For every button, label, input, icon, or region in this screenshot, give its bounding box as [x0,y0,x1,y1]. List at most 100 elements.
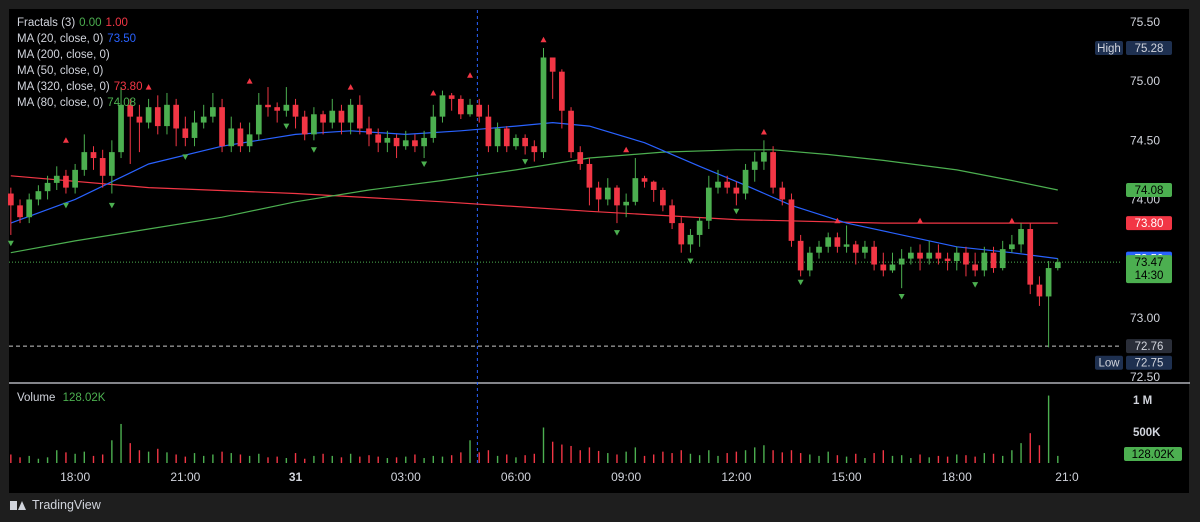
candle-body [751,161,758,170]
candle [926,240,933,265]
candle-body [862,246,868,253]
candle-body [586,163,593,188]
candle-body [476,104,483,117]
candle [366,116,372,147]
candle [265,87,271,117]
candle [485,104,492,153]
legend-ma200[interactable]: MA (200, close, 0) [17,47,142,63]
low-price-tag: 72.75 [1126,355,1172,370]
candle [219,98,225,153]
fractal-down-marker [972,282,979,288]
candle-body [430,116,437,138]
candle [1018,223,1024,253]
candle-body [118,104,124,153]
candle-body [421,137,427,147]
candle-body [182,128,189,138]
fractal-up-marker [467,72,474,78]
candle [604,178,611,206]
candle-body [641,178,648,182]
ma320-line [10,175,1058,224]
candle [761,140,767,170]
candle [81,134,88,176]
volume-tick-label: 500K [1133,427,1161,439]
price-chart[interactable]: 75.5075.0074.5074.0073.0072.501 M500K18:… [0,0,1200,522]
fractal-down-marker [733,208,740,215]
candle [595,181,602,212]
candle [733,181,740,206]
candle [301,110,308,141]
candle-body [540,57,547,153]
candle [53,166,60,190]
candle [457,95,464,120]
candle [393,134,400,159]
candle [136,104,143,153]
candle-body [715,181,721,188]
candle [806,246,813,277]
candle-body [457,98,464,115]
volume-last-tag-text: 128.02K [1132,449,1175,461]
time-tick-label: 18:00 [60,470,90,484]
candle-body [246,134,253,147]
candle [751,152,758,182]
candle-body [402,140,409,147]
legend-ma320-label: MA (320, close, 0) [17,81,110,93]
candle-body [614,187,620,206]
high-price-tag-text: 75.28 [1135,43,1164,55]
candles [7,48,1061,348]
candle-body [852,244,859,253]
tradingview-branding[interactable]: TradingView [10,498,101,512]
volume-tick-label: 1 M [1133,395,1152,407]
candle [705,175,712,230]
candle [641,175,648,188]
candle-body [26,199,33,218]
candle-body [17,205,23,218]
ma80-price-tag: 74.08 [1126,182,1172,197]
volume-legend[interactable]: Volume 128.02K [17,392,105,404]
legend-ma50[interactable]: MA (50, close, 0) [17,63,142,79]
candle [660,187,666,212]
legend-ma20[interactable]: MA (20, close, 0) 73.50 [17,31,142,47]
volume-last-tag: 128.02K [1124,447,1182,461]
candle-body [990,252,997,269]
legend-fractals[interactable]: Fractals (3) 0.00 1.00 [17,15,142,31]
candle [678,217,685,253]
candle-body [761,152,767,162]
time-tick-label: 21:00 [170,470,200,484]
candle-body [311,114,317,135]
candle-body [1045,268,1052,297]
candle [963,246,969,277]
candle-body [200,116,207,123]
candle-body [109,152,115,176]
candle-body [742,169,749,194]
candle-body [173,104,179,129]
candle-body [513,137,519,147]
candle-body [788,199,795,241]
candle [283,87,290,117]
candle-body [329,110,336,123]
candle-body [1036,284,1043,297]
candle [173,98,179,147]
candle [696,217,703,247]
candle [944,252,951,271]
legend-ma50-label: MA (50, close, 0) [17,65,104,77]
candle-body [384,137,391,143]
time-tick-label: 06:00 [501,470,531,484]
candle-body [917,252,923,259]
legend-ma320[interactable]: MA (320, close, 0) 73.80 [17,79,142,95]
legend-ma80[interactable]: MA (80, close, 0) 74.08 [17,95,142,111]
candle [164,92,170,135]
candle-body [393,137,400,147]
price-tick-label: 72.50 [1130,370,1160,384]
candle-body [72,169,78,188]
candle [145,98,152,129]
volume-legend-label: Volume [17,392,56,404]
candle-body [825,237,832,247]
time-tick-label: 31 [289,470,303,484]
last-price-tag: 73.4714:30 [1126,255,1172,284]
candle [1027,223,1034,295]
candle-body [255,104,262,135]
candle-body [375,134,382,143]
candle-body [191,122,198,138]
candle [448,92,455,111]
candle-body [568,110,574,153]
